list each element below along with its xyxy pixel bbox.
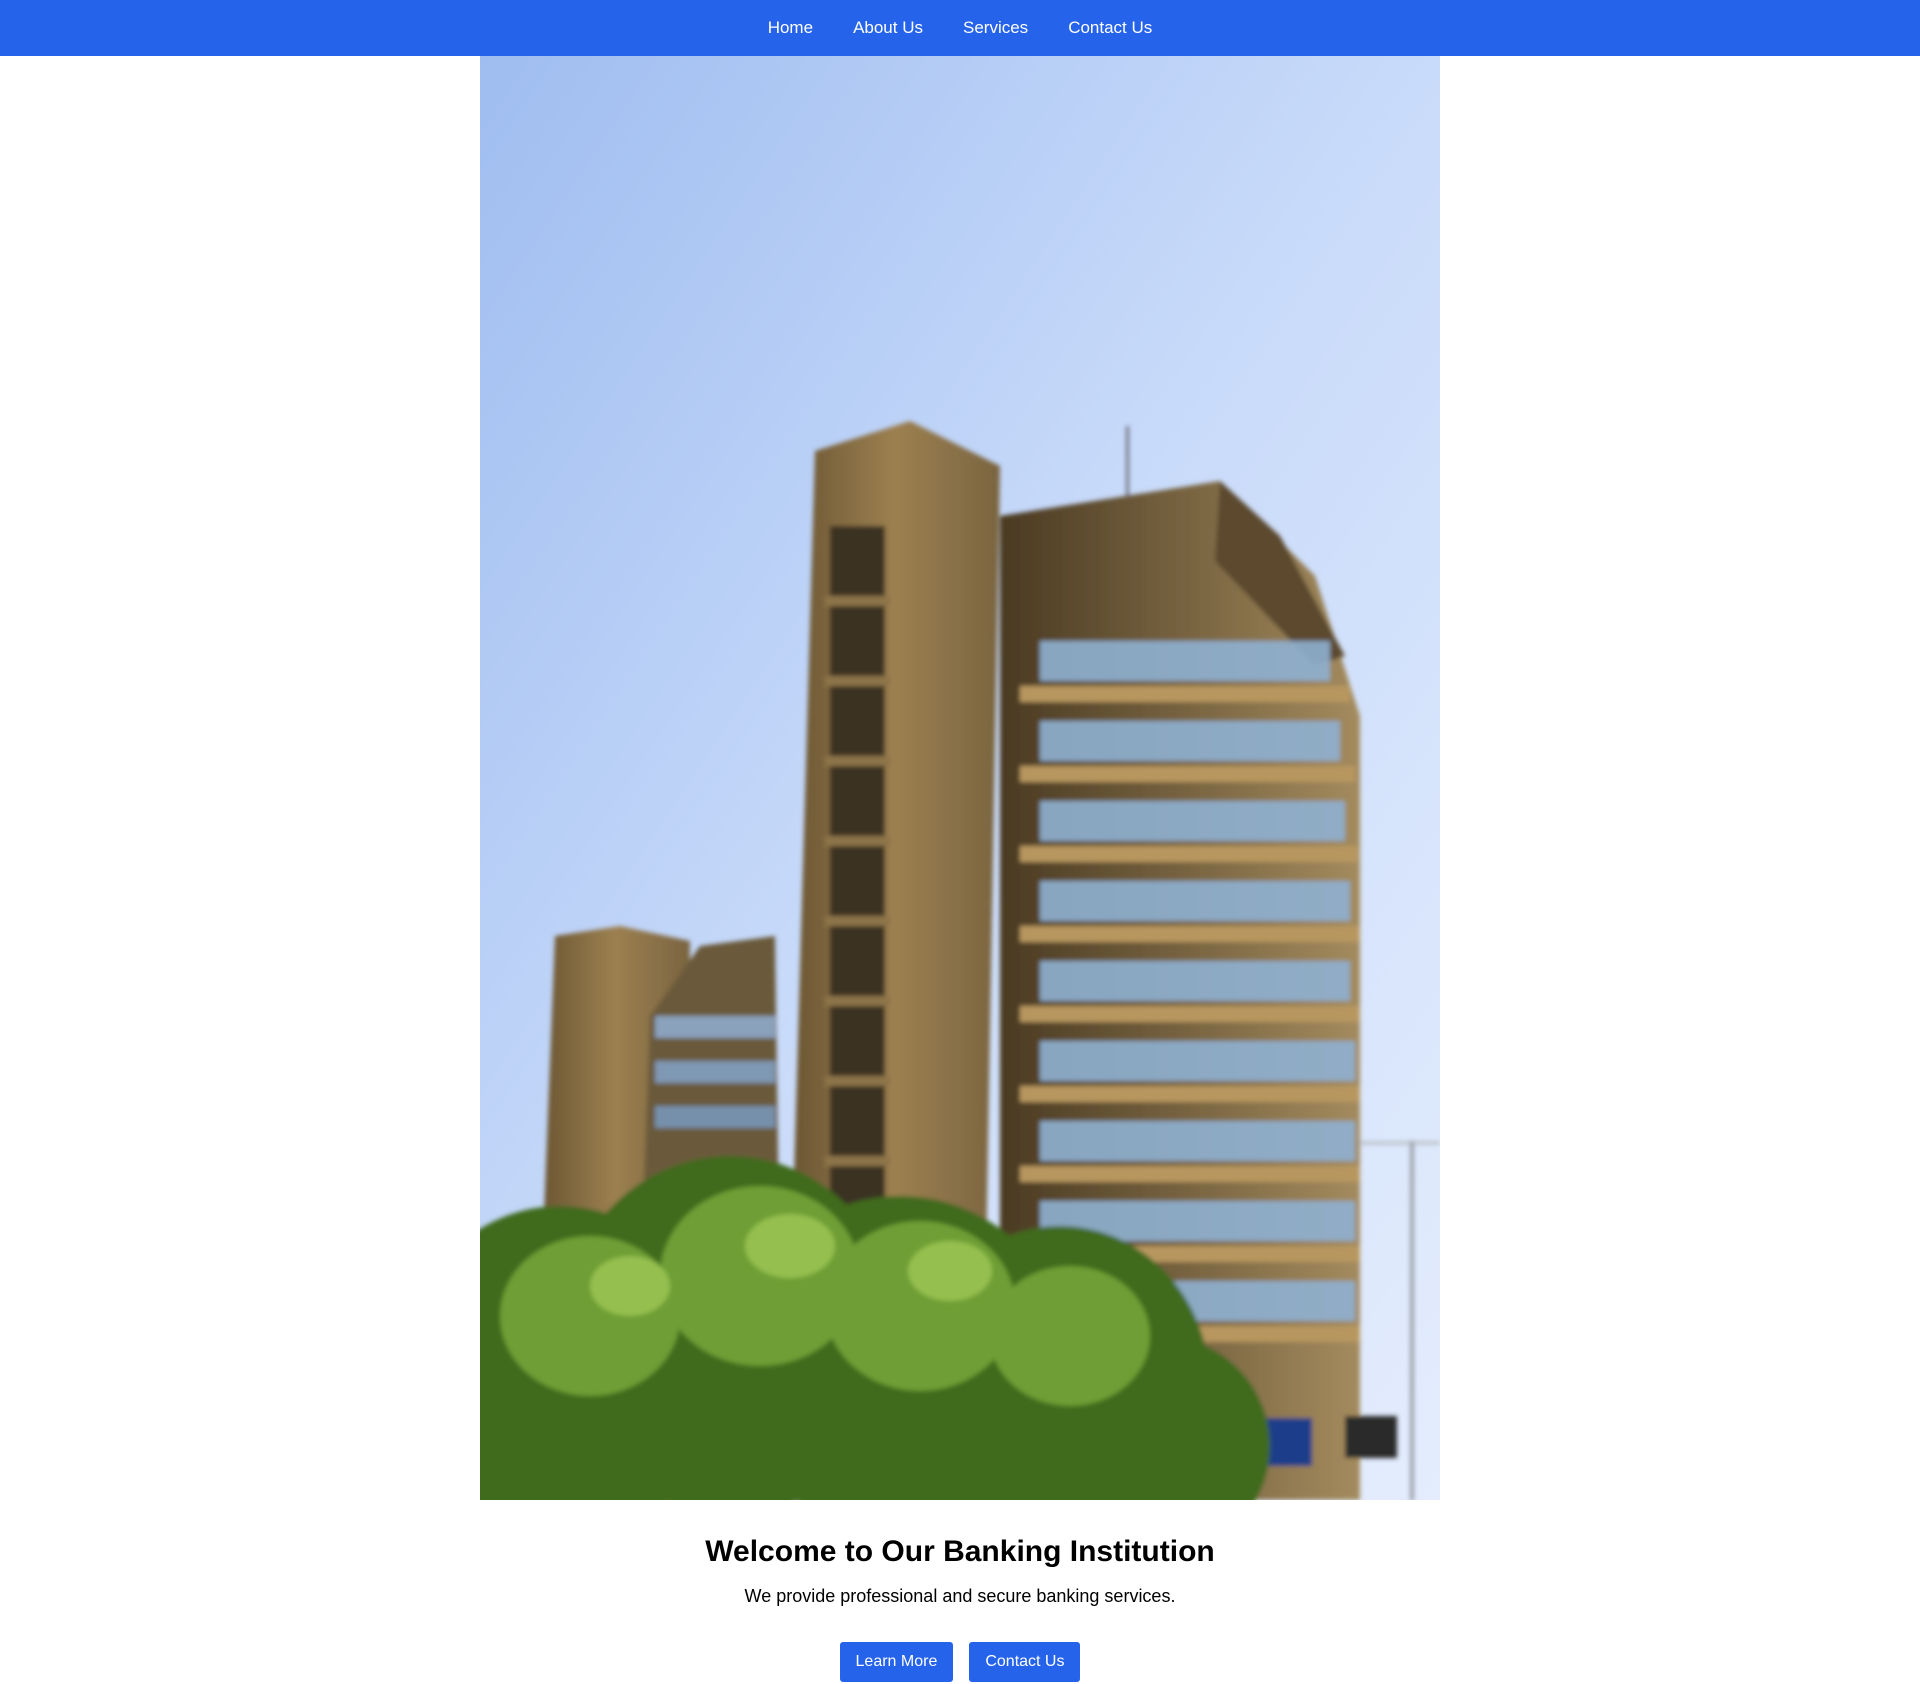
contact-us-button[interactable]: Contact Us — [969, 1642, 1081, 1682]
hero-title: Welcome to Our Banking Institution — [705, 1535, 1215, 1568]
cta-button-row: Learn More Contact Us — [0, 1642, 1920, 1682]
nav-link-contact-us[interactable]: Contact Us — [1048, 0, 1172, 56]
nav-link-about-us[interactable]: About Us — [833, 0, 943, 56]
nav-link-services[interactable]: Services — [943, 0, 1048, 56]
nav-link-home[interactable]: Home — [748, 0, 833, 56]
learn-more-button[interactable]: Learn More — [839, 1642, 954, 1682]
hero-text-section: Welcome to Our Banking Institution We pr… — [0, 1500, 1920, 1682]
hero-building-image — [480, 56, 1440, 1500]
top-navbar: Home About Us Services Contact Us — [0, 0, 1920, 56]
hero-subtitle: We provide professional and secure banki… — [744, 1586, 1176, 1606]
